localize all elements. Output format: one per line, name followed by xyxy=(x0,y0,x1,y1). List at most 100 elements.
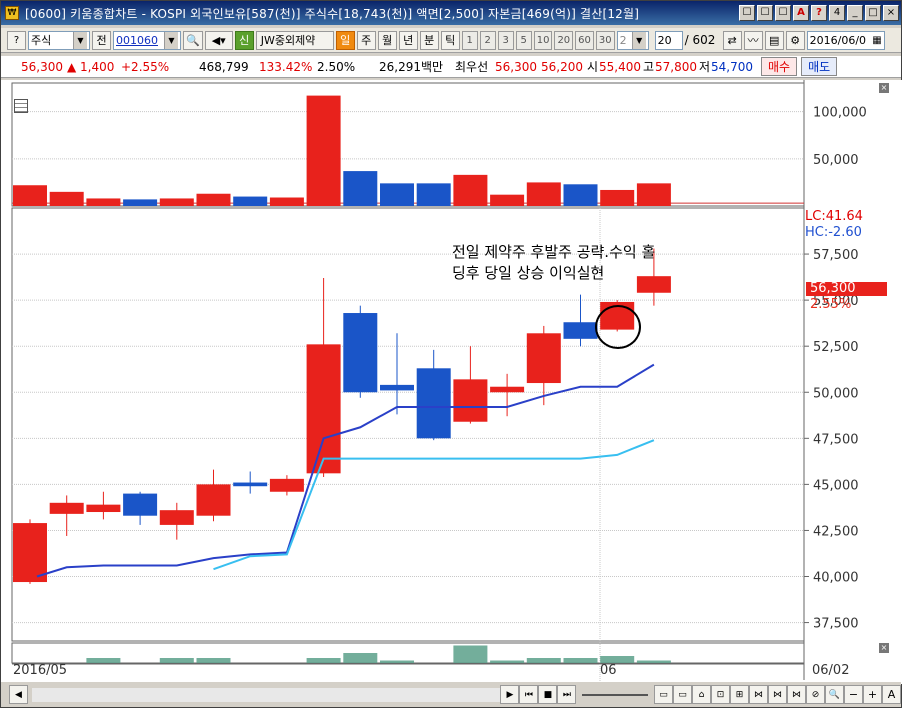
open-price: 55,400 xyxy=(599,59,641,74)
volume-bar xyxy=(563,184,598,206)
font-button[interactable]: A xyxy=(793,5,809,21)
close-button[interactable]: × xyxy=(883,5,899,21)
chevron-down-icon: ▼ xyxy=(73,31,87,49)
volume-bar xyxy=(343,171,378,206)
save-icon[interactable]: ▤ xyxy=(764,30,784,50)
candle-body xyxy=(159,510,194,525)
zoom-out-button[interactable]: − xyxy=(844,685,863,704)
buy-button[interactable]: 매수 xyxy=(761,57,798,76)
candle-body xyxy=(86,504,121,513)
tool-icon-6[interactable]: ⋈ xyxy=(749,685,768,704)
tool-icon-3[interactable]: ⌂ xyxy=(692,685,711,704)
period-year-tab[interactable]: 년 xyxy=(398,30,418,50)
volume-bar xyxy=(490,194,525,206)
interval-3-button[interactable]: 3 xyxy=(497,30,514,50)
indicator-pane xyxy=(11,642,805,664)
high-label: 고 xyxy=(643,60,655,74)
period-day-tab[interactable]: 일 xyxy=(335,30,355,50)
high-price: 57,800 xyxy=(655,59,697,74)
speaker-icon[interactable]: ◀▾ xyxy=(204,30,233,50)
stop-button[interactable]: ■ xyxy=(538,685,558,704)
tool-icon-5[interactable]: ⊞ xyxy=(730,685,749,704)
candle-body xyxy=(123,493,158,516)
period-month-tab[interactable]: 월 xyxy=(377,30,397,50)
trend-icon[interactable]: 〰 xyxy=(743,30,763,50)
layout-button-2[interactable]: ☐ xyxy=(757,5,773,21)
volume-tick-label: 50,000 xyxy=(813,153,859,168)
period-tick-tab[interactable]: 틱 xyxy=(440,30,460,50)
stock-code-input[interactable]: 001060 ▼ xyxy=(113,30,181,50)
price-tick-label: 50,000 xyxy=(813,386,859,401)
volume-bar xyxy=(526,182,561,206)
link-button[interactable]: ☐ xyxy=(775,5,791,21)
indicator-bar xyxy=(526,658,561,663)
indicator-bar xyxy=(380,660,414,663)
indicator-bar xyxy=(563,658,598,663)
minimize-button[interactable]: _ xyxy=(847,5,863,21)
tool-icon-1[interactable]: ▭ xyxy=(654,685,673,704)
interval-5-button[interactable]: 5 xyxy=(515,30,532,50)
scroll-left-button[interactable]: ◀ xyxy=(9,685,28,704)
tool-icon-9[interactable]: ⊘ xyxy=(806,685,825,704)
low-label: 저 xyxy=(699,60,711,74)
font-size-button[interactable]: A xyxy=(882,685,901,704)
chart-area: 100,000 50,000 57,500 55,000 52,500 50,000 47,… xyxy=(1,80,902,684)
interval-20-button[interactable]: 20 xyxy=(554,30,574,50)
zoom-slider[interactable] xyxy=(582,693,648,696)
jump-end-button[interactable]: ⏭ xyxy=(557,685,577,704)
volume-tick-label: 100,000 xyxy=(813,106,867,121)
market-select[interactable]: 주식 ▼ xyxy=(28,30,90,50)
tool-icon-8[interactable]: ⋈ xyxy=(787,685,806,704)
sell-button[interactable]: 매도 xyxy=(801,57,838,76)
date-input[interactable]: 2016/06/0 ▦ xyxy=(806,30,885,50)
candle-body xyxy=(343,313,378,393)
period-minute-tab[interactable]: 분 xyxy=(419,30,439,50)
candle-body xyxy=(269,478,304,492)
help-button[interactable]: ? xyxy=(811,5,827,21)
search-icon[interactable]: 🔍 xyxy=(183,30,203,50)
layout-button-1[interactable]: ☐ xyxy=(739,5,755,21)
count-input[interactable]: 20 xyxy=(654,30,683,50)
settings-gear-icon[interactable]: ⚙ xyxy=(785,30,805,50)
volume-bar xyxy=(49,191,84,206)
prev-button[interactable]: 전 xyxy=(92,30,111,50)
interval-60-button[interactable]: 60 xyxy=(575,30,594,50)
price-tick-label: 47,500 xyxy=(813,432,859,447)
volume-bar xyxy=(13,185,47,206)
zoom-in-button[interactable]: + xyxy=(863,685,882,704)
best-ask: 56,300 xyxy=(495,59,537,74)
interval-select-value: 2 xyxy=(619,33,627,47)
chevron-down-icon: ▼ xyxy=(164,31,178,49)
candle-body xyxy=(636,276,671,293)
interval-10-button[interactable]: 10 xyxy=(533,30,553,50)
tool-icon-7[interactable]: ⋈ xyxy=(768,685,787,704)
interval-select[interactable]: 2 ▼ xyxy=(616,30,649,50)
scrollbar-track[interactable] xyxy=(32,687,501,702)
candle-body xyxy=(526,333,561,384)
period-week-tab[interactable]: 주 xyxy=(356,30,376,50)
interval-2-button[interactable]: 2 xyxy=(479,30,496,50)
scroll-right-button[interactable]: ▶ xyxy=(500,685,520,704)
pin-button[interactable]: 4 xyxy=(829,5,845,21)
candle-body xyxy=(49,502,84,514)
tool-icon-4[interactable]: ⊡ xyxy=(711,685,730,704)
indicator-icon[interactable]: ⇄ xyxy=(722,30,742,50)
calendar-icon[interactable]: ▦ xyxy=(872,35,881,46)
price-tick-label: 52,500 xyxy=(813,340,859,355)
candle-body xyxy=(233,482,268,487)
chevron-down-icon: ▼ xyxy=(631,31,646,49)
volume: 468,799 xyxy=(199,59,249,74)
interval-1-button[interactable]: 1 xyxy=(461,30,478,50)
interval-30-button[interactable]: 30 xyxy=(595,30,615,50)
new-listing-badge[interactable]: 신 xyxy=(234,30,254,50)
maximize-button[interactable]: □ xyxy=(865,5,881,21)
jump-start-button[interactable]: ⏮ xyxy=(519,685,539,704)
price-tick-label: 40,000 xyxy=(813,571,859,586)
pin-icon[interactable]: ? xyxy=(7,30,26,50)
volume-bar xyxy=(453,174,488,206)
magnify-icon[interactable]: 🔍 xyxy=(825,685,844,704)
price-change-pct: +2.55% xyxy=(121,59,170,74)
stock-name-label: JW중외제약 xyxy=(255,30,334,50)
chart-svg[interactable]: 100,000 50,000 57,500 55,000 52,500 50,000 47,… xyxy=(1,80,902,684)
tool-icon-2[interactable]: ▭ xyxy=(673,685,692,704)
